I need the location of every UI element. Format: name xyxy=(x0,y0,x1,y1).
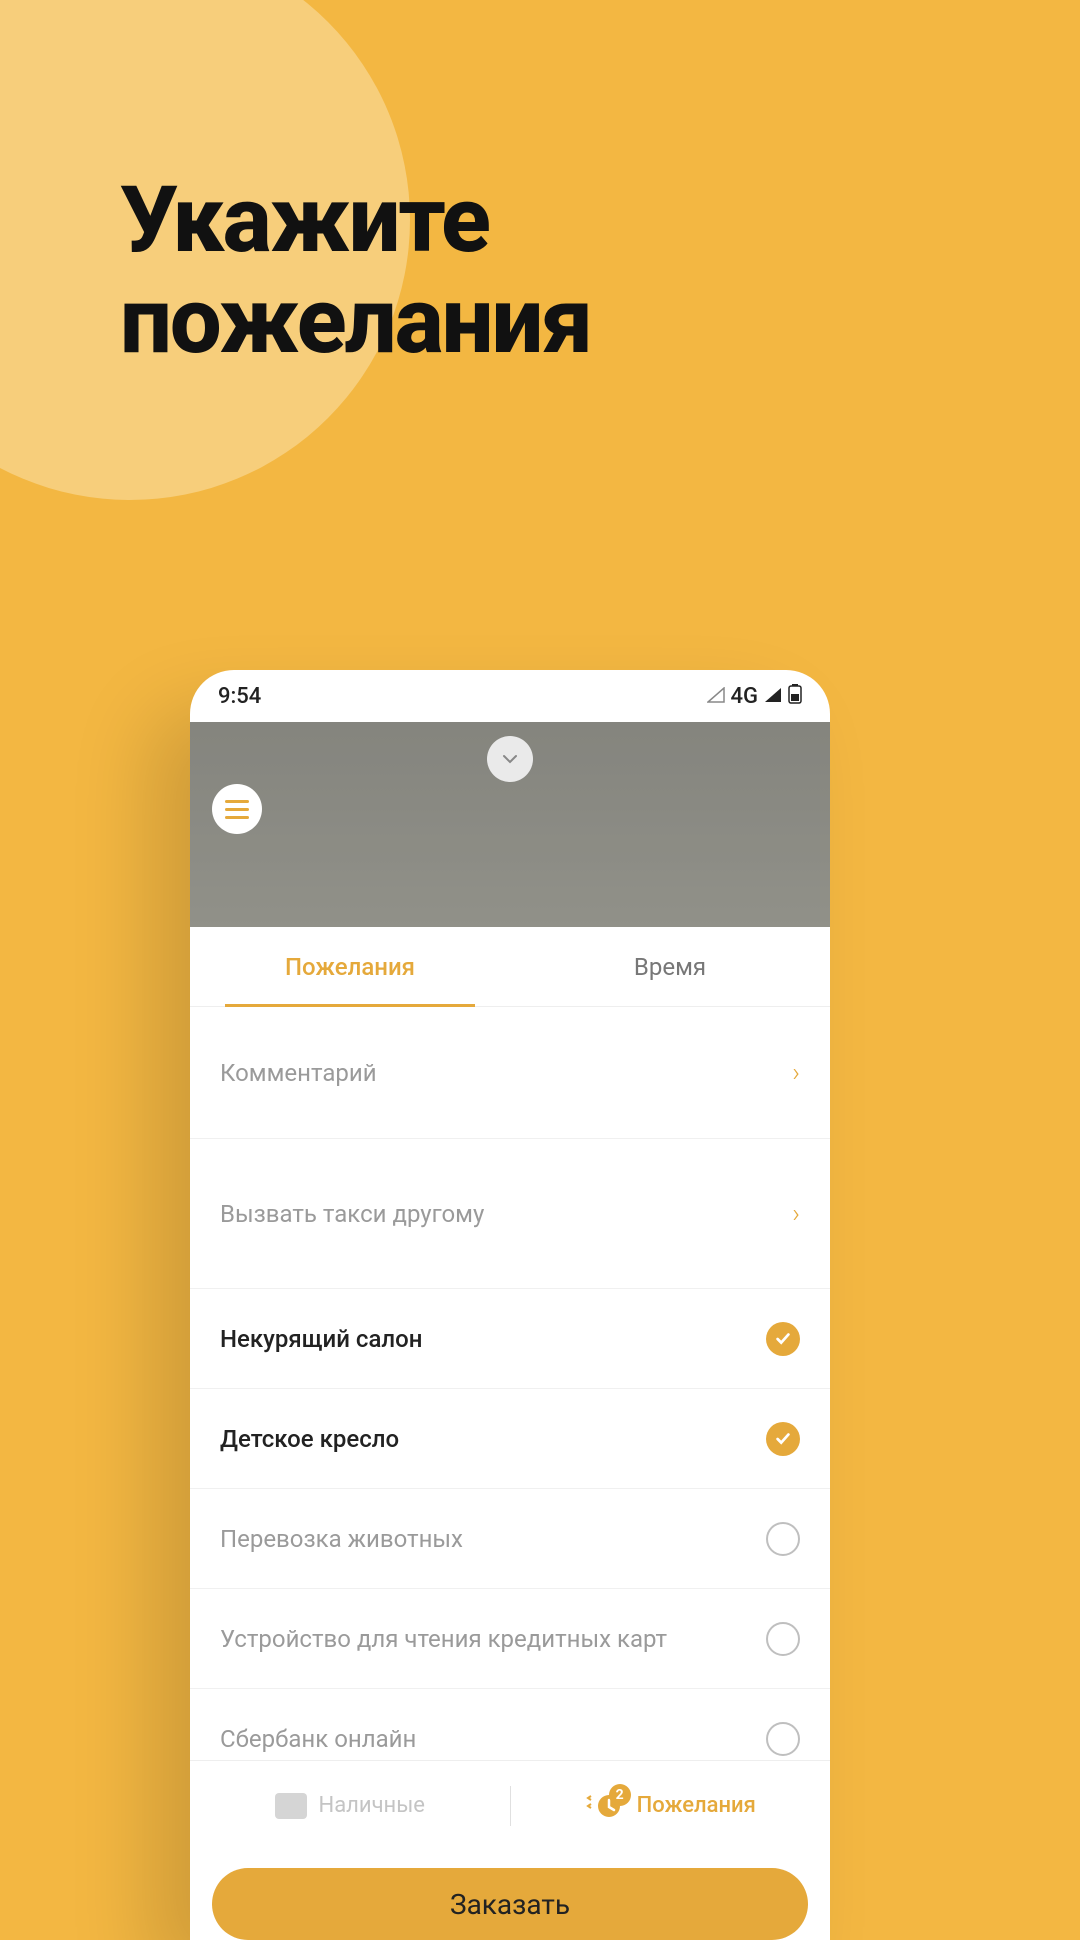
menu-button[interactable] xyxy=(212,784,262,834)
wallet-icon xyxy=(275,1793,307,1819)
signal-empty-icon xyxy=(707,684,725,708)
order-button-wrap: Заказать xyxy=(190,1850,830,1940)
map-preview xyxy=(190,722,830,927)
signal-full-icon xyxy=(764,684,782,708)
order-button[interactable]: Заказать xyxy=(212,1868,808,1940)
chevron-right-icon: › xyxy=(792,1058,800,1088)
option-label: Детское кресло xyxy=(220,1425,399,1453)
option-row[interactable]: Перевозка животных xyxy=(190,1489,830,1589)
tab-wishes[interactable]: Пожелания xyxy=(190,927,510,1006)
option-row[interactable]: Устройство для чтения кредитных карт xyxy=(190,1589,830,1689)
headline-line-2: пожелания xyxy=(120,271,591,372)
collapse-button[interactable] xyxy=(487,736,533,782)
wishes-badge: 2 xyxy=(609,1784,631,1806)
headline-line-1: Укажите xyxy=(120,170,591,271)
option-label: Перевозка животных xyxy=(220,1525,463,1553)
call-for-other-row[interactable]: Вызвать такси другому › xyxy=(190,1139,830,1289)
wishes-summary-label: Пожелания xyxy=(637,1793,756,1818)
checkbox-unchecked-icon[interactable] xyxy=(766,1522,800,1556)
option-label: Сбербанк онлайн xyxy=(220,1725,416,1753)
payment-label: Наличные xyxy=(319,1793,425,1818)
tab-time[interactable]: Время xyxy=(510,927,830,1006)
order-button-label: Заказать xyxy=(450,1888,570,1921)
call-for-other-label: Вызвать такси другому xyxy=(220,1200,484,1228)
checkbox-unchecked-icon[interactable] xyxy=(766,1622,800,1656)
tabs: Пожелания Время xyxy=(190,927,830,1007)
wishes-list: Комментарий › Вызвать такси другому › Не… xyxy=(190,1007,830,1760)
option-row[interactable]: Некурящий салон xyxy=(190,1289,830,1389)
network-label: 4G xyxy=(731,684,759,709)
option-row[interactable]: Детское кресло xyxy=(190,1389,830,1489)
tab-wishes-label: Пожелания xyxy=(285,953,415,981)
comment-row[interactable]: Комментарий › xyxy=(190,1007,830,1139)
checkbox-checked-icon[interactable] xyxy=(766,1322,800,1356)
status-right: 4G xyxy=(707,684,803,709)
option-label: Устройство для чтения кредитных карт xyxy=(220,1625,667,1653)
payment-method-button[interactable]: Наличные xyxy=(190,1793,510,1819)
checkbox-checked-icon[interactable] xyxy=(766,1422,800,1456)
comment-label: Комментарий xyxy=(220,1059,377,1087)
battery-icon xyxy=(788,684,802,709)
bottom-bar: Наличные 2 Пожелания xyxy=(190,1760,830,1850)
promo-headline: Укажите пожелания xyxy=(120,170,591,372)
phone-frame: 9:54 4G Пожелания Время xyxy=(190,670,830,1940)
chevron-right-icon: › xyxy=(792,1199,800,1229)
wishes-summary-button[interactable]: 2 Пожелания xyxy=(511,1790,831,1822)
checkbox-unchecked-icon[interactable] xyxy=(766,1722,800,1756)
status-bar: 9:54 4G xyxy=(190,670,830,722)
tab-time-label: Время xyxy=(634,953,706,981)
status-time: 9:54 xyxy=(218,684,261,709)
option-row[interactable]: Сбербанк онлайн xyxy=(190,1689,830,1760)
option-label: Некурящий салон xyxy=(220,1325,422,1353)
wishes-icon: 2 xyxy=(585,1790,625,1822)
